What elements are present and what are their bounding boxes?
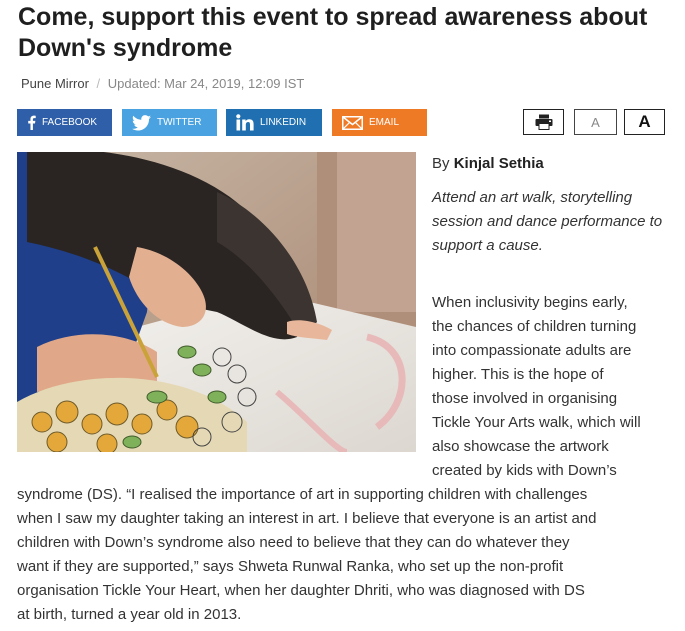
byline: By Kinjal Sethia [432,155,544,172]
updated-timestamp: Updated: Mar 24, 2019, 12:09 IST [107,76,305,91]
source-name[interactable]: Pune Mirror [21,76,89,91]
twitter-label: TWITTER [157,117,202,128]
body-line: those involved in organising [432,390,618,407]
body-line: higher. This is the hope of [432,366,604,383]
linkedin-icon [236,114,254,131]
body-line: at birth, turned a year old in 2013. [17,606,242,623]
facebook-icon [28,115,36,130]
font-size-increase-button[interactable]: A [624,109,665,135]
body-line: organisation Tickle Your Heart, when her… [17,582,585,599]
email-share-button[interactable]: EMAIL [332,109,427,136]
body-line: syndrome (DS). “I realised the importanc… [17,486,588,503]
twitter-icon [132,114,151,131]
body-line: children with Down’s syndrome also need … [17,534,570,551]
envelope-icon [342,115,363,130]
linkedin-share-button[interactable]: LINKEDIN [226,109,322,136]
byline-prefix: By [432,155,450,172]
body-line: into compassionate adults are [432,342,632,359]
article-meta: Pune Mirror / Updated: Mar 24, 2019, 12:… [21,76,304,91]
body-line: also showcase the artwork [432,438,609,455]
body-line: when I saw my daughter taking an interes… [17,510,597,527]
body-line: the chances of children turning [432,318,637,335]
printer-icon [535,114,552,130]
email-label: EMAIL [369,117,400,128]
article-body-wrap: When inclusivity begins early, the chanc… [432,291,672,483]
print-button[interactable] [523,109,564,135]
body-line: When inclusivity begins early, [432,294,628,311]
author-name[interactable]: Kinjal Sethia [454,155,544,172]
twitter-share-button[interactable]: TWITTER [122,109,217,136]
meta-separator: / [96,76,101,91]
linkedin-label: LINKEDIN [260,117,307,128]
body-line: Tickle Your Arts walk, which will [432,414,641,431]
article-photo [17,152,416,452]
body-line: want if they are supported,” says Shweta… [17,558,564,575]
article-body-full: syndrome (DS). “I realised the importanc… [17,483,677,627]
article-summary: Attend an art walk, storytelling session… [432,189,663,254]
facebook-share-button[interactable]: FACEBOOK [17,109,112,136]
facebook-label: FACEBOOK [42,117,98,128]
article-title: Come, support this event to spread aware… [18,3,648,62]
font-size-decrease-button[interactable]: A [574,109,617,135]
body-line: created by kids with Down’s [432,462,617,479]
